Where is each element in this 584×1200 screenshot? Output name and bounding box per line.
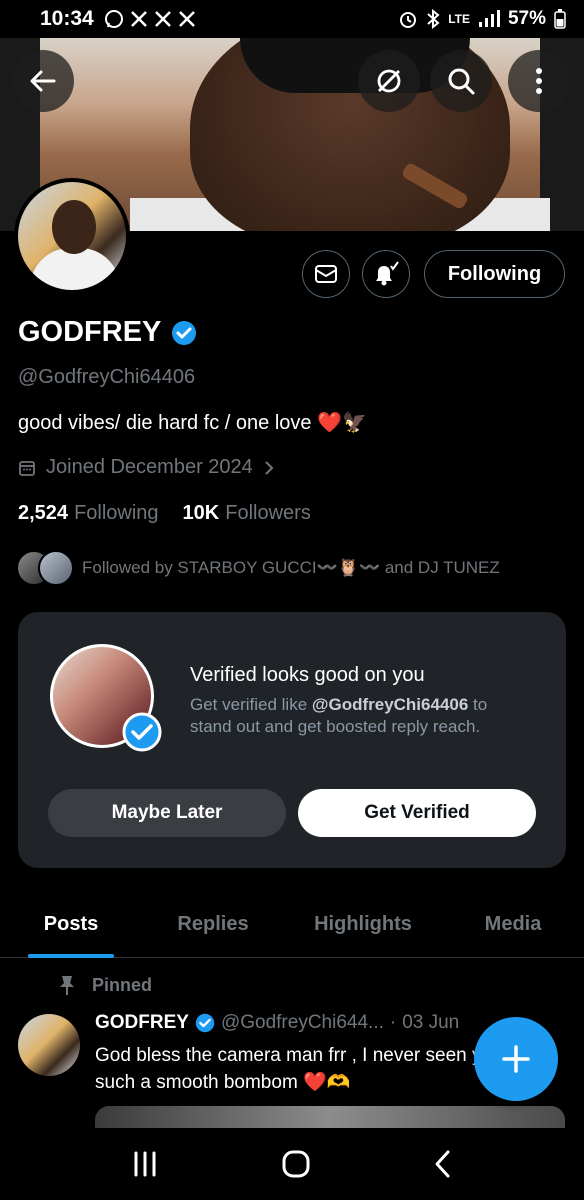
verified-badge-icon [122, 712, 162, 752]
pinned-label: Pinned [92, 974, 153, 995]
post-header: GODFREY @GodfreyChi644... · 03 Jun [95, 1012, 460, 1034]
more-options-button[interactable] [508, 50, 570, 112]
search-icon [448, 68, 475, 95]
pinned-indicator: Pinned [58, 974, 152, 996]
maybe-later-button[interactable]: Maybe Later [48, 789, 286, 837]
following-stat[interactable]: 2,524 Following [18, 502, 159, 525]
back-nav-icon[interactable] [433, 1149, 453, 1179]
notifications-button[interactable] [362, 250, 410, 298]
x-logo-icon [154, 11, 171, 27]
profile-tabs: Posts Replies Highlights Media [0, 890, 584, 958]
grok-button[interactable] [358, 50, 420, 112]
bluetooth-icon [427, 9, 440, 29]
tab-media[interactable]: Media [442, 890, 584, 958]
verified-promo-card: Verified looks good on you Get verified … [18, 612, 566, 868]
whatsapp-icon [104, 10, 123, 28]
status-bar: 10:34 LTE 57% [0, 0, 584, 38]
followers-stat[interactable]: 10K Followers [183, 502, 311, 525]
followed-by-row[interactable]: Followed by STARBOY GUCCI〰️🦉〰️ and DJ TU… [16, 550, 500, 586]
tab-replies[interactable]: Replies [142, 890, 284, 958]
battery-percent: 57% [507, 8, 546, 29]
arrow-left-icon [30, 70, 56, 92]
joined-row[interactable]: Joined December 2024 [18, 456, 275, 479]
system-nav-bar [0, 1128, 584, 1200]
following-button[interactable]: Following [424, 250, 565, 298]
name-row: GODFREY [18, 316, 197, 349]
promo-handle: @GodfreyChi64406 [311, 695, 469, 714]
post-date: 03 Jun [402, 1012, 460, 1033]
profile-handle: @GodfreyChi64406 [18, 366, 196, 388]
calendar-icon [19, 460, 35, 476]
bell-check-icon [376, 261, 399, 286]
system-status: LTE 57% [398, 8, 566, 30]
x-logo-icon [130, 11, 147, 27]
verified-badge-icon[interactable] [171, 320, 197, 346]
pin-icon [60, 976, 74, 995]
tab-highlights[interactable]: Highlights [284, 890, 442, 958]
message-button[interactable] [302, 250, 350, 298]
verified-badge-icon [195, 1013, 215, 1033]
post-media[interactable] [95, 1106, 565, 1128]
profile-avatar[interactable] [14, 178, 130, 294]
x-logo-icon [178, 11, 195, 27]
joined-date: Joined December 2024 [46, 456, 253, 478]
follow-stats: 2,524 Following 10K Followers [18, 502, 311, 525]
battery-icon [554, 9, 566, 29]
plus-icon [502, 1045, 530, 1073]
more-vertical-icon [536, 68, 542, 94]
grok-icon [377, 69, 401, 93]
post-author-name[interactable]: GODFREY [95, 1012, 189, 1034]
home-icon[interactable] [281, 1149, 311, 1179]
get-verified-button[interactable]: Get Verified [298, 789, 536, 837]
promo-title: Verified looks good on you [190, 664, 425, 686]
notification-icons [104, 9, 196, 29]
search-button[interactable] [430, 50, 492, 112]
post-avatar[interactable] [18, 1014, 80, 1076]
network-label: LTE [448, 12, 470, 26]
promo-body: Get verified like @GodfreyChi64406 to st… [190, 695, 488, 736]
alarm-icon [400, 12, 417, 28]
active-tab-indicator [28, 954, 114, 958]
signal-icon [478, 10, 500, 27]
envelope-icon [315, 265, 337, 283]
recent-apps-icon[interactable] [131, 1151, 159, 1177]
back-button[interactable] [12, 50, 74, 112]
compose-button[interactable] [474, 1017, 558, 1101]
profile-bio: good vibes/ die hard fc / one love ❤️🦅 [18, 412, 367, 434]
display-name: GODFREY [18, 316, 162, 348]
mutual-avatars [16, 550, 74, 586]
status-time: 10:34 [40, 7, 94, 30]
tab-posts[interactable]: Posts [0, 890, 142, 958]
post-author-handle[interactable]: @GodfreyChi644... [221, 1012, 384, 1034]
mutual-avatar [38, 550, 74, 586]
chevron-right-icon [265, 460, 274, 475]
followed-by-text: Followed by STARBOY GUCCI〰️🦉〰️ and DJ TU… [82, 558, 500, 577]
